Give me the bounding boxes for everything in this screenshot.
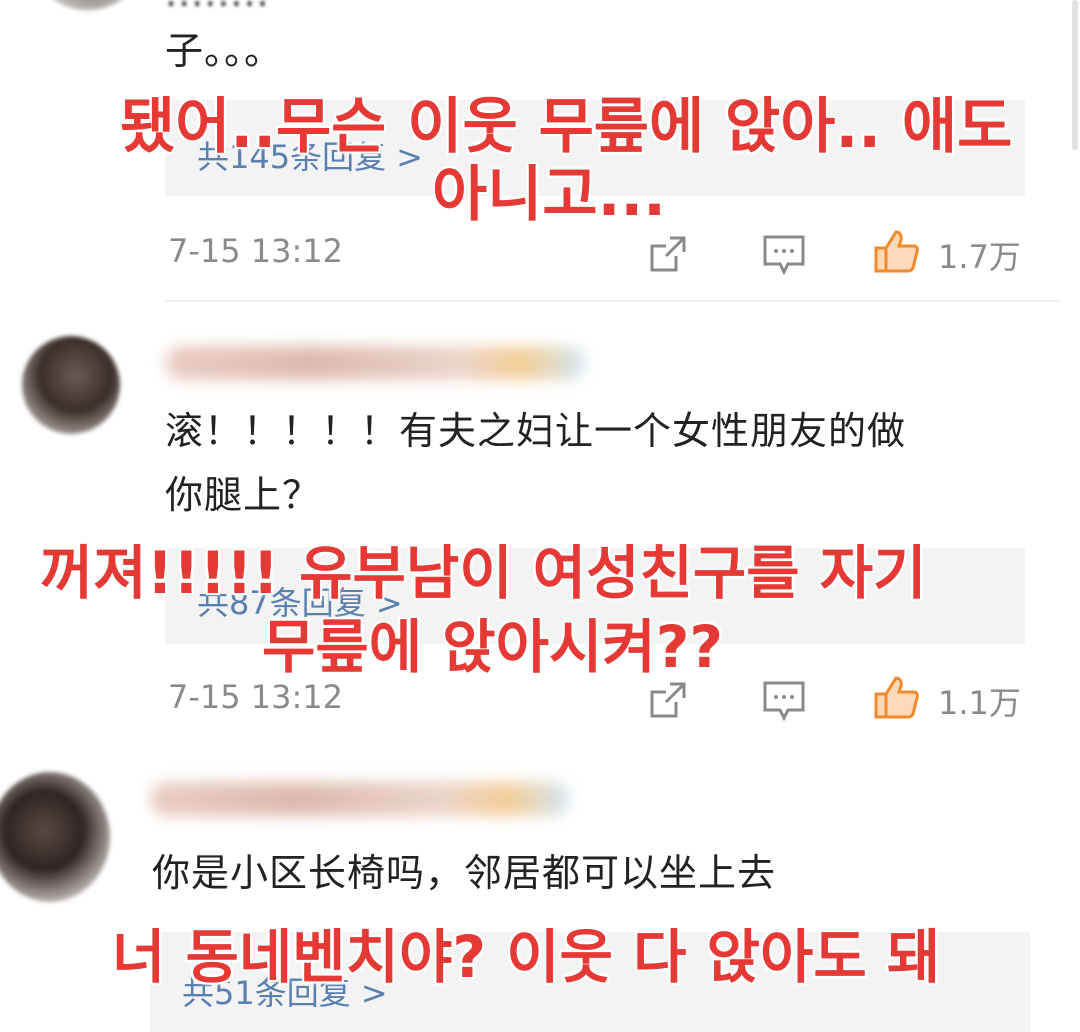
translation-overlay-line2: 무릎에 앉아시켜?? xyxy=(262,613,724,681)
avatar[interactable] xyxy=(40,0,135,10)
comment-text: 子。。。 xyxy=(165,29,284,73)
translation-overlay-line1: 너 동네벤치야? 이웃 다 앉아도 돼 xyxy=(112,923,941,991)
timestamp: 7-15 13:12 xyxy=(168,232,344,270)
comment-icon[interactable] xyxy=(762,680,806,722)
like-count: 1.7万 xyxy=(938,238,1021,276)
like-icon[interactable] xyxy=(872,674,920,720)
comment-text: 你是小区长椅吗，邻居都可以坐上去 xyxy=(152,851,777,895)
comment-3: 你是小区长椅吗，邻居都可以坐上去 共51条回复 > 너 동네벤치야? 이웃 다 … xyxy=(0,750,1080,1032)
comment-1: ........ 子。。。 共145条回复 > 7-15 13:12 1.7万 … xyxy=(0,0,1080,300)
translation-overlay-line2: 아니고... xyxy=(432,160,666,230)
comment-2: 滚！！！！！有夫之妇让一个女性朋友的做 你腿上？ 共87条回复 > 7-15 1… xyxy=(0,320,1080,740)
translation-overlay-line1: 꺼져!!!!! 유부남이 여성친구를 자기 xyxy=(40,539,927,607)
comment-text-line1: 滚！！！！！有夫之妇让一个女性朋友的做 xyxy=(165,409,907,453)
share-icon[interactable] xyxy=(648,234,688,274)
username-blurred[interactable] xyxy=(150,782,570,816)
comment-icon[interactable] xyxy=(762,234,806,276)
comment-text-line2: 你腿上？ xyxy=(165,473,322,517)
like-icon[interactable] xyxy=(872,228,920,274)
share-icon[interactable] xyxy=(648,680,688,720)
divider xyxy=(165,300,1060,302)
comment-text-clipped: ........ xyxy=(165,0,270,22)
username-blurred[interactable] xyxy=(165,346,585,380)
avatar[interactable] xyxy=(0,772,110,902)
avatar[interactable] xyxy=(22,336,120,434)
like-count: 1.1万 xyxy=(938,684,1021,722)
